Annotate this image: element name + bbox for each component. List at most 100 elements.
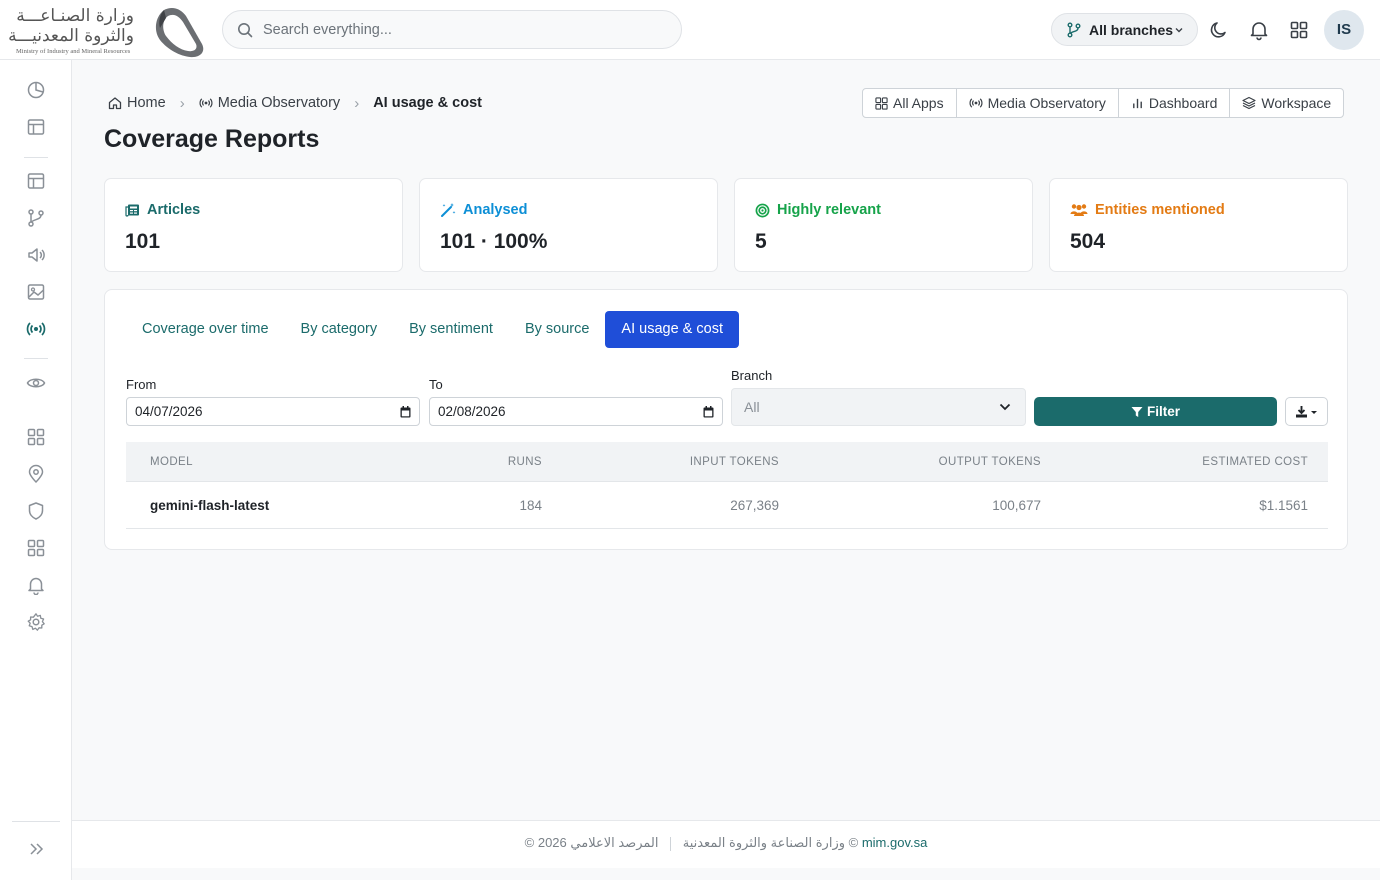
cell-model: gemini-flash-latest [150,498,270,513]
column-header-runs[interactable]: RUNS [508,456,542,468]
quick-link-all-apps[interactable]: All Apps [863,89,957,117]
branch-label: Branch [731,368,773,383]
sidebar-divider [12,821,60,822]
table-header: MODEL RUNS INPUT TOKENS OUTPUT TOKENS ES… [126,442,1328,482]
sidebar-item-broadcast-icon[interactable] [26,319,46,339]
column-header-input-tokens[interactable]: INPUT TOKENS [690,456,779,468]
quick-link-media-observatory[interactable]: Media Observatory [957,89,1119,117]
sidebar-item-shield-icon[interactable] [26,501,46,521]
layers-icon [1242,96,1256,110]
reports-panel: Coverage over time By category By sentim… [104,289,1348,550]
logo-english: Ministry of Industry and Mineral Resourc… [16,48,131,55]
sidebar-item-eye-icon[interactable] [26,373,46,393]
breadcrumb: Home › Media Observatory › AI usage & co… [108,94,482,112]
cell-estimated-cost: $1.1561 [1259,498,1308,513]
column-header-output-tokens[interactable]: OUTPUT TOKENS [939,456,1041,468]
newspaper-icon [125,204,139,217]
branch-select-value: All [744,399,760,415]
breadcrumb-media-observatory[interactable]: Media Observatory [199,95,341,111]
sidebar-item-apps-icon[interactable] [26,538,46,558]
sidebar-item-branch-icon[interactable] [26,208,46,228]
stat-label: Entities mentioned [1070,202,1225,218]
breadcrumb-home[interactable]: Home [108,95,166,111]
tab-coverage-over-time[interactable]: Coverage over time [126,311,285,348]
sidebar-item-location-pin-icon[interactable] [26,464,46,484]
bar-chart-icon [1132,98,1142,108]
tab-by-category[interactable]: By category [285,311,394,348]
funnel-icon [1131,406,1143,417]
column-header-model[interactable]: MODEL [150,456,193,468]
sidebar-item-settings-gear-icon[interactable] [26,612,46,632]
tab-ai-usage-cost[interactable]: AI usage & cost [605,311,739,348]
search-input[interactable]: Search everything... [263,22,392,38]
top-bar: وزارة الصنـاعـــة والثروة المعدنيـــة Mi… [0,0,1380,60]
cell-output-tokens: 100,677 [992,498,1041,513]
breadcrumb-separator: › [179,94,185,112]
footer-divider [670,836,672,851]
sidebar-item-layout-icon[interactable] [26,117,46,137]
sidebar-item-megaphone-icon[interactable] [26,245,46,265]
logo-arabic-line1: وزارة الصنـاعـــة [16,6,134,26]
bell-icon[interactable] [1248,19,1270,41]
logo-arabic-line2: والثروة المعدنيـــة [8,26,134,46]
tab-by-source[interactable]: By source [509,311,605,348]
breadcrumb-section-label: Media Observatory [217,95,341,111]
sidebar [0,60,72,880]
report-tabs: Coverage over time By category By sentim… [126,311,739,348]
ministry-logo[interactable]: وزارة الصنـاعـــة والثروة المعدنيـــة Mi… [8,4,210,58]
calendar-icon[interactable] [703,406,714,418]
apps-grid-icon[interactable] [1288,19,1310,41]
stat-label-text: Entities mentioned [1095,202,1225,218]
sidebar-item-grid-icon[interactable] [26,427,46,447]
tab-by-sentiment[interactable]: By sentiment [393,311,509,348]
stat-card-articles: Articles 101 [104,178,403,272]
quick-link-dashboard[interactable]: Dashboard [1119,89,1231,117]
cell-runs: 184 [519,498,542,513]
quick-link-label: All Apps [893,95,944,111]
column-header-estimated-cost[interactable]: ESTIMATED COST [1202,456,1308,468]
footer-content: © 2026 وزارة الصناعة والثروة المعدنية ال… [72,835,1380,851]
sidebar-item-analytics-pie-icon[interactable] [26,80,46,100]
stat-card-entities-mentioned: Entities mentioned 504 [1049,178,1348,272]
user-avatar[interactable]: IS [1324,10,1364,50]
filter-button[interactable]: Filter [1034,397,1277,426]
search-bar[interactable]: Search everything... [222,10,682,49]
apps-grid-icon [875,96,888,110]
sidebar-item-image-icon[interactable] [26,282,46,302]
branch-select[interactable]: All [731,388,1026,426]
stat-label: Analysed [440,202,527,218]
cell-input-tokens: 267,369 [730,498,779,513]
ai-usage-table: MODEL RUNS INPUT TOKENS OUTPUT TOKENS ES… [126,442,1328,529]
page-title: Coverage Reports [104,125,320,153]
stat-value: 5 [755,230,767,253]
quick-link-label: Media Observatory [987,95,1106,111]
filter-button-label: Filter [1146,404,1180,419]
sidebar-item-bell-icon[interactable] [26,575,46,595]
stat-label: Highly relevant [755,202,881,218]
broadcast-icon [969,98,983,108]
quick-link-workspace[interactable]: Workspace [1230,89,1343,117]
sidebar-divider [24,157,48,158]
sidebar-item-template-icon[interactable] [26,171,46,191]
stat-label-text: Articles [147,202,201,218]
stat-label-text: Highly relevant [777,202,881,218]
calendar-icon[interactable] [400,406,411,418]
breadcrumb-home-label: Home [127,95,166,111]
broadcast-icon [199,98,213,108]
breadcrumb-separator: › [354,94,360,112]
to-date-value: 02/08/2026 [438,404,506,419]
magic-wand-icon [441,203,456,217]
from-date-input[interactable]: 04/07/2026 [126,397,420,426]
dark-mode-moon-icon[interactable] [1208,19,1230,41]
stat-card-highly-relevant: Highly relevant 5 [734,178,1033,272]
chevron-down-icon [999,403,1011,411]
chevron-down-icon [1175,28,1183,33]
sidebar-expand-chevrons-icon[interactable] [26,839,46,859]
branch-selector[interactable]: All branches [1051,13,1198,46]
people-icon [1070,204,1088,216]
quick-links-group: All Apps Media Observatory Dashboard Wor… [862,88,1345,118]
to-date-input[interactable]: 02/08/2026 [429,397,723,426]
footer-website-link[interactable]: mim.gov.sa [862,835,928,850]
export-download-button[interactable] [1285,397,1328,426]
footer: © 2026 وزارة الصناعة والثروة المعدنية ال… [72,820,1380,868]
